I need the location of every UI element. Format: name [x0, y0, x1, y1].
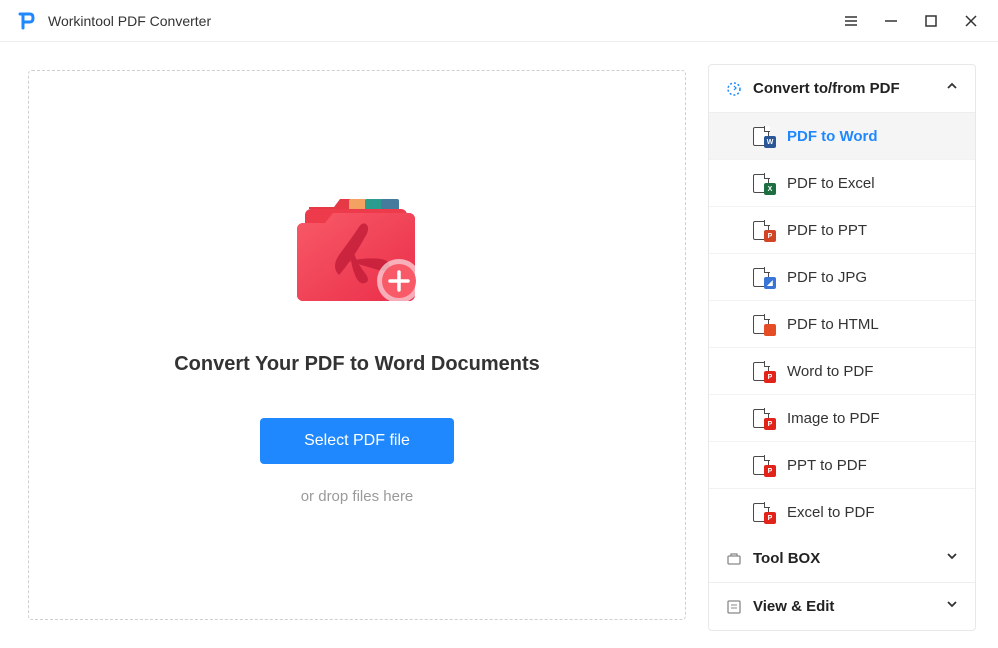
select-file-button[interactable]: Select PDF file — [260, 418, 454, 464]
doc-icon: P — [751, 361, 771, 381]
doc-icon — [751, 314, 771, 334]
nav-label: PDF to HTML — [787, 316, 879, 333]
nav-item-ppt-to-pdf[interactable]: P PPT to PDF — [709, 442, 975, 489]
doc-icon: P — [751, 220, 771, 240]
nav-item-pdf-to-word[interactable]: W PDF to Word — [709, 113, 975, 160]
nav-label: PDF to PPT — [787, 222, 867, 239]
folder-pdf-icon — [277, 185, 437, 315]
section-title: Tool BOX — [753, 550, 945, 567]
doc-icon: P — [751, 408, 771, 428]
chevron-up-icon — [945, 79, 959, 98]
drop-heading: Convert Your PDF to Word Documents — [174, 353, 540, 376]
chevron-down-icon — [945, 597, 959, 616]
doc-icon: P — [751, 502, 771, 522]
section-title: View & Edit — [753, 598, 945, 615]
section-convert[interactable]: Convert to/from PDF — [709, 65, 975, 113]
nav-label: Excel to PDF — [787, 504, 875, 521]
nav-item-excel-to-pdf[interactable]: P Excel to PDF — [709, 489, 975, 535]
doc-icon: X — [751, 173, 771, 193]
view-edit-icon — [725, 598, 743, 616]
nav-label: PDF to JPG — [787, 269, 867, 286]
section-toolbox[interactable]: Tool BOX — [709, 535, 975, 583]
maximize-button[interactable] — [920, 10, 942, 32]
nav-label: Image to PDF — [787, 410, 880, 427]
nav-item-pdf-to-excel[interactable]: X PDF to Excel — [709, 160, 975, 207]
app-logo-icon — [16, 10, 38, 32]
nav-label: PDF to Excel — [787, 175, 875, 192]
chevron-down-icon — [945, 549, 959, 568]
doc-icon: ◢ — [751, 267, 771, 287]
doc-icon: P — [751, 455, 771, 475]
convert-icon — [725, 80, 743, 98]
close-button[interactable] — [960, 10, 982, 32]
app-title: Workintool PDF Converter — [48, 13, 211, 29]
menu-button[interactable] — [840, 10, 862, 32]
window-controls — [840, 10, 982, 32]
titlebar: Workintool PDF Converter — [0, 0, 998, 42]
sidebar: Convert to/from PDF W PDF to Word X PDF … — [708, 42, 998, 648]
minimize-button[interactable] — [880, 10, 902, 32]
section-view-edit[interactable]: View & Edit — [709, 583, 975, 630]
doc-icon: W — [751, 126, 771, 146]
nav-item-pdf-to-html[interactable]: PDF to HTML — [709, 301, 975, 348]
nav-label: PDF to Word — [787, 128, 878, 145]
section-title: Convert to/from PDF — [753, 80, 945, 97]
toolbox-icon — [725, 550, 743, 568]
nav-label: Word to PDF — [787, 363, 873, 380]
nav-item-image-to-pdf[interactable]: P Image to PDF — [709, 395, 975, 442]
nav-item-pdf-to-ppt[interactable]: P PDF to PPT — [709, 207, 975, 254]
nav-label: PPT to PDF — [787, 457, 867, 474]
nav-item-pdf-to-jpg[interactable]: ◢ PDF to JPG — [709, 254, 975, 301]
drop-hint: or drop files here — [301, 488, 414, 505]
drop-zone[interactable]: Convert Your PDF to Word Documents Selec… — [28, 70, 686, 620]
nav-item-word-to-pdf[interactable]: P Word to PDF — [709, 348, 975, 395]
